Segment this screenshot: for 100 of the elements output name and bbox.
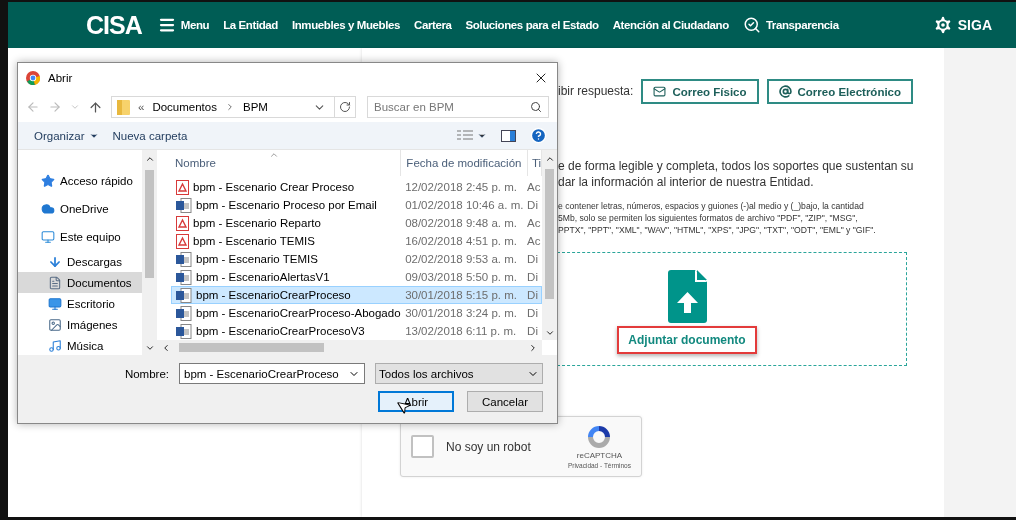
breadcrumb-item[interactable]: BPM [242,101,268,113]
file-name: bpm - Escenario TEMIS [196,253,318,265]
menu-link[interactable]: Menu [157,16,210,34]
pdf-file-icon [176,179,189,195]
scroll-up-icon[interactable] [144,154,155,164]
file-row[interactable]: bpm - Escenario Reparto 08/02/2018 9:48 a. m. Ac [171,214,542,232]
note-line: 5Mb, solo se permiten los siguientes formatos de archivo "PDF", "ZIP", "MSG", [558,212,859,225]
preview-pane-icon[interactable] [501,129,516,142]
scroll-down-icon[interactable] [144,343,155,353]
file-type-select[interactable]: Todos los archivos [375,363,543,384]
file-date: 12/02/2018 2:45 p. m. [405,181,517,193]
column-header[interactable]: Ti [528,150,542,176]
column-header[interactable]: Nombre [157,150,402,176]
file-row[interactable]: bpm - Escenario Crear Proceso 12/02/2018 2:45 p. m. Ac [171,178,542,196]
captcha-brand: reCAPTCHA [576,450,623,462]
magnifier-check-icon [742,16,761,34]
nav-link[interactable]: Cartera [414,19,452,31]
breadcrumb-item[interactable]: Documentos [152,101,217,113]
captcha-checkbox[interactable] [411,435,434,459]
attach-document-button[interactable]: Adjuntar documento [617,326,757,355]
dialog-button[interactable]: Cancelar [467,391,543,412]
response-option-button[interactable]: Correo Físico [641,79,759,104]
file-row[interactable]: bpm - EscenarioCrearProceso-Abogado 30/01/2018 3:24 p. m. Di [171,304,542,322]
transparency-link[interactable]: Transparencia [742,16,839,34]
note-line: e contener letras, números, espacios y guiones (-)al medio y (_)bajo, la cantidad [558,201,865,213]
scrollbar-thumb[interactable] [545,169,554,299]
word-file-icon [176,197,192,213]
scroll-left-icon[interactable] [161,342,171,353]
navigation-item[interactable]: Escritorio [18,293,142,314]
scroll-up-icon[interactable] [544,154,555,164]
file-date: 30/01/2018 3:24 p. m. [405,307,517,319]
scrollbar-thumb[interactable] [145,170,154,278]
dialog-title: Abrir [48,71,73,84]
refresh-icon[interactable] [339,101,351,113]
file-type: Di [527,307,538,319]
path-overflow: « [138,101,145,113]
new-folder-button[interactable]: Nueva carpeta [112,129,188,142]
search-field[interactable]: Buscar en BPM [367,96,549,118]
column-header[interactable]: Fecha de modificación [401,150,528,176]
navigation-item[interactable]: Este equipo [18,223,142,251]
filename-field[interactable]: bpm - EscenarioCrearProceso [179,363,365,384]
organize-menu-button[interactable]: Organizar [34,129,99,142]
help-icon[interactable] [530,127,547,144]
file-type: Di [527,325,538,337]
pdf-file-icon [176,233,189,249]
navigation-item[interactable]: Música [18,335,142,355]
nav-link[interactable]: La Entidad [223,19,278,31]
paragraph-line: e de forma legible y completa, todos los soportes que sustentan su [558,158,915,175]
brand-logo[interactable]: SIGA [957,17,992,33]
navigation-item[interactable]: Imágenes [18,314,142,335]
file-date: 02/02/2018 9:53 a. m. [405,253,517,265]
address-bar[interactable]: « Documentos BPM [111,96,356,118]
file-type: Ac [527,235,541,247]
desktop-icon [48,296,62,311]
file-name: bpm - EscenarioCrearProceso-Abogado [196,307,401,319]
computer-icon [41,230,55,244]
scrollbar-thumb[interactable] [179,343,324,352]
file-upload-icon [667,270,707,324]
search-icon [530,101,542,113]
paragraph-line: dar la información al interior de nuestra Entidad. [558,174,815,191]
file-type: Ac [527,217,541,229]
word-file-icon [176,323,192,339]
up-folder-icon[interactable] [88,99,103,115]
file-date: 08/02/2018 9:48 a. m. [405,217,517,229]
file-type: Di [527,253,538,265]
browser-logo-icon [26,70,40,85]
envelope-icon [653,85,667,98]
file-row[interactable]: bpm - EscenarioCrearProceso 30/01/2018 5:15 p. m. Di [171,286,542,304]
response-option-button[interactable]: Correo Electrónico [766,79,914,104]
response-label: ibir respuesta: [558,83,634,100]
file-row[interactable]: bpm - EscenarioAlertasV1 09/03/2018 5:50 p. m. Di [171,268,542,286]
scroll-down-icon[interactable] [544,328,555,338]
menu-icon [157,16,176,34]
navigation-item[interactable]: Documentos [18,272,142,293]
filename-label: Nombre: [124,367,169,380]
file-type: Di [527,199,538,211]
scroll-right-icon[interactable] [528,342,538,353]
navigation-item[interactable]: Descargas [18,251,142,272]
document-icon [48,275,62,290]
file-name: bpm - EscenarioAlertasV1 [196,271,330,283]
cloud-icon [41,202,55,216]
file-date: 13/02/2018 6:11 p. m. [405,325,517,337]
file-name: bpm - EscenarioCrearProceso [196,289,351,301]
dialog-button[interactable]: Abrir [378,391,454,412]
nav-link[interactable]: Soluciones para el Estado [465,19,599,31]
file-row[interactable]: bpm - Escenario Proceso por Email 01/02/2018 10:46 a. m. Di [171,196,542,214]
nav-link[interactable]: Inmuebles y Muebles [291,19,401,31]
file-date: 01/02/2018 10:46 a. m. [405,199,524,211]
navigation-item[interactable]: Acceso rápido [18,167,142,195]
nav-link[interactable]: Atención al Ciudadano [612,19,729,31]
file-name: bpm - Escenario Proceso por Email [196,199,377,211]
picture-icon [48,317,62,332]
captcha-label: No soy un robot [446,438,531,455]
navigation-item[interactable]: OneDrive [18,195,142,223]
file-row[interactable]: bpm - Escenario TEMIS 16/02/2018 4:51 p. m. Ac [171,232,542,250]
site-logo[interactable]: CISA [86,10,142,40]
file-row[interactable]: bpm - Escenario TEMIS 02/02/2018 9:53 a. m. Di [171,250,542,268]
file-row[interactable]: bpm - EscenarioCrearProcesoV3 13/02/2018 6:11 p. m. Di [171,322,542,340]
at-sign-icon [778,85,792,98]
word-file-icon [176,269,192,285]
